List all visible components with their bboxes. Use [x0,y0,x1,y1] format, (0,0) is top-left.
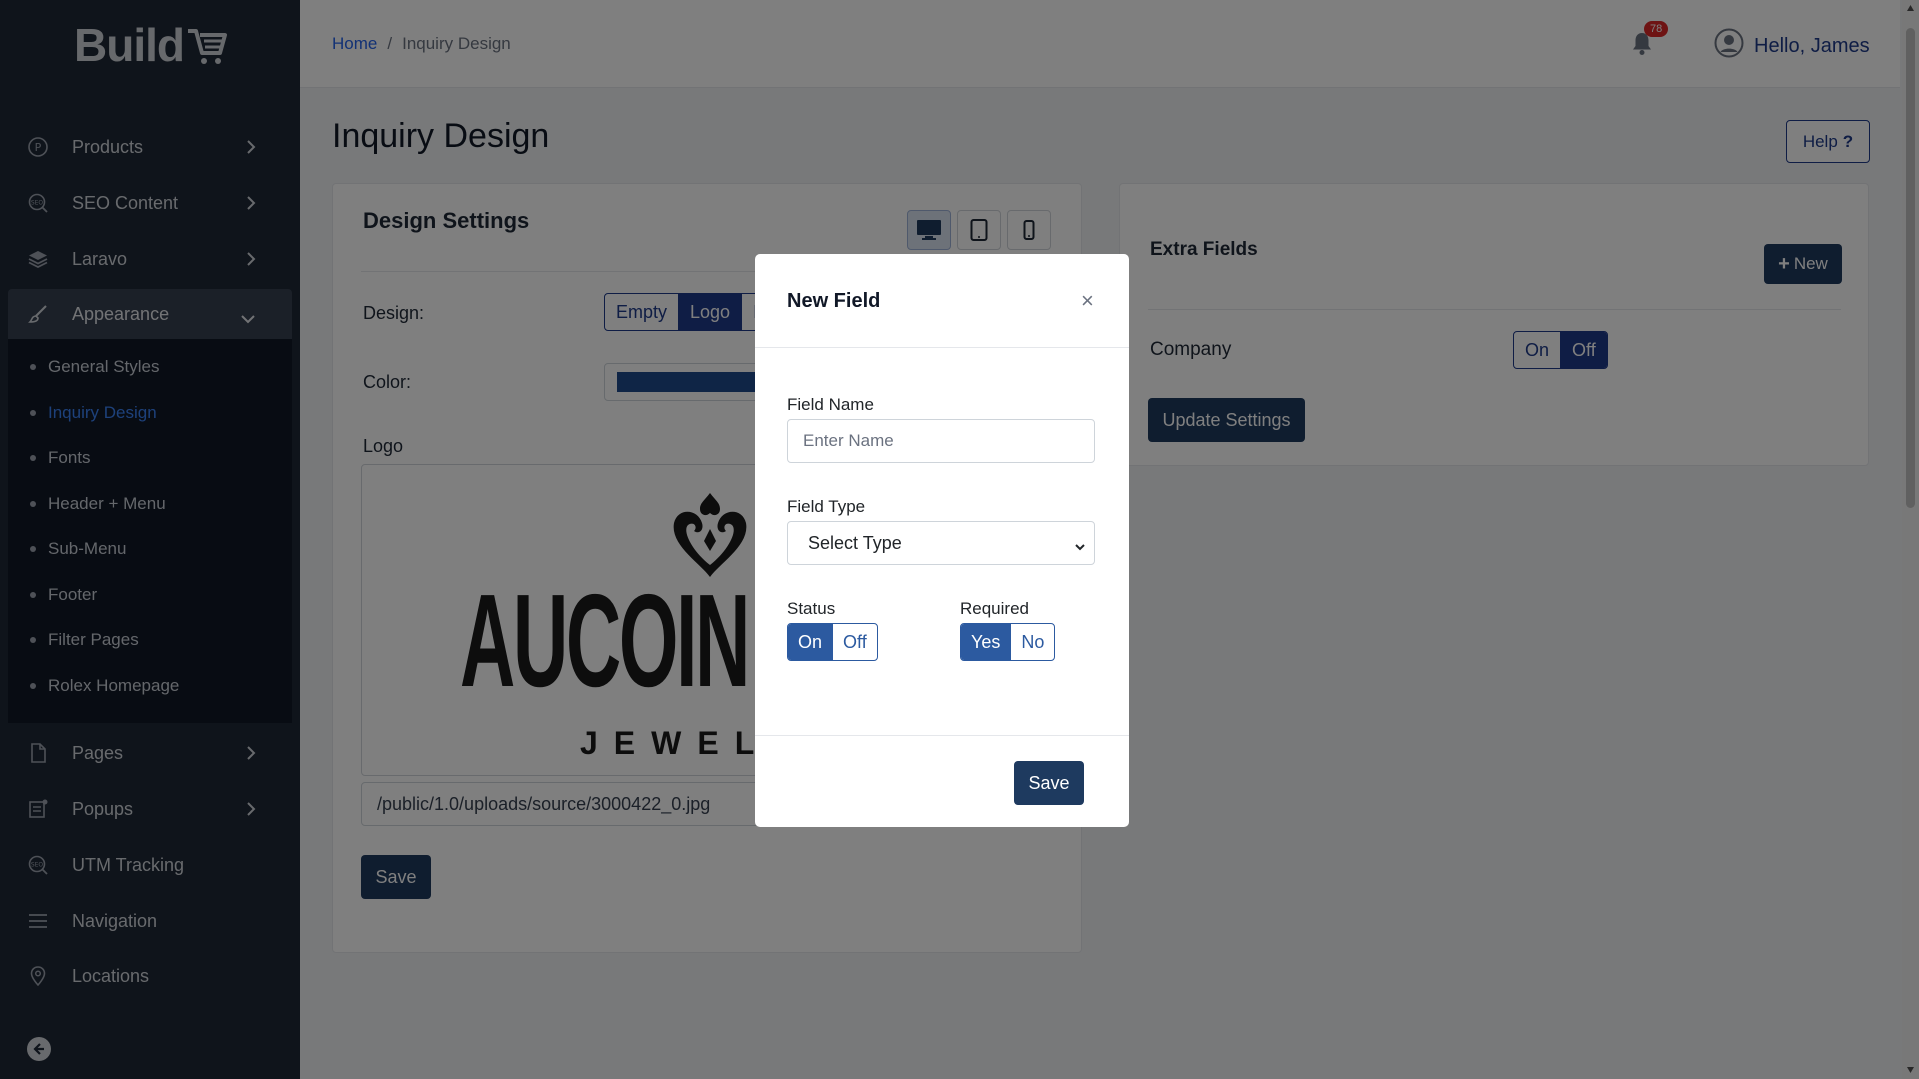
required-no-option[interactable]: No [1011,624,1054,660]
field-type-select[interactable]: Select Type [787,521,1095,565]
close-icon[interactable]: × [1081,288,1094,314]
required-yes-option[interactable]: Yes [961,624,1012,660]
required-toggle: Yes No [960,623,1056,661]
status-off-option[interactable]: Off [833,624,877,660]
modal-save-button[interactable]: Save [1014,761,1084,805]
status-toggle: On Off [787,623,878,661]
modal-footer-divider [755,735,1129,736]
field-name-input[interactable] [787,419,1095,463]
modal-title: New Field [787,290,881,312]
status-on-option[interactable]: On [788,624,834,660]
chevron-down-icon [1074,537,1086,558]
modal-header-divider [755,347,1129,348]
required-label: Required [960,599,1029,618]
field-name-label: Field Name [787,395,874,414]
status-label: Status [787,599,836,618]
new-field-modal: New Field × Field Name Field Type Select… [755,254,1129,827]
field-type-label: Field Type [787,497,866,516]
